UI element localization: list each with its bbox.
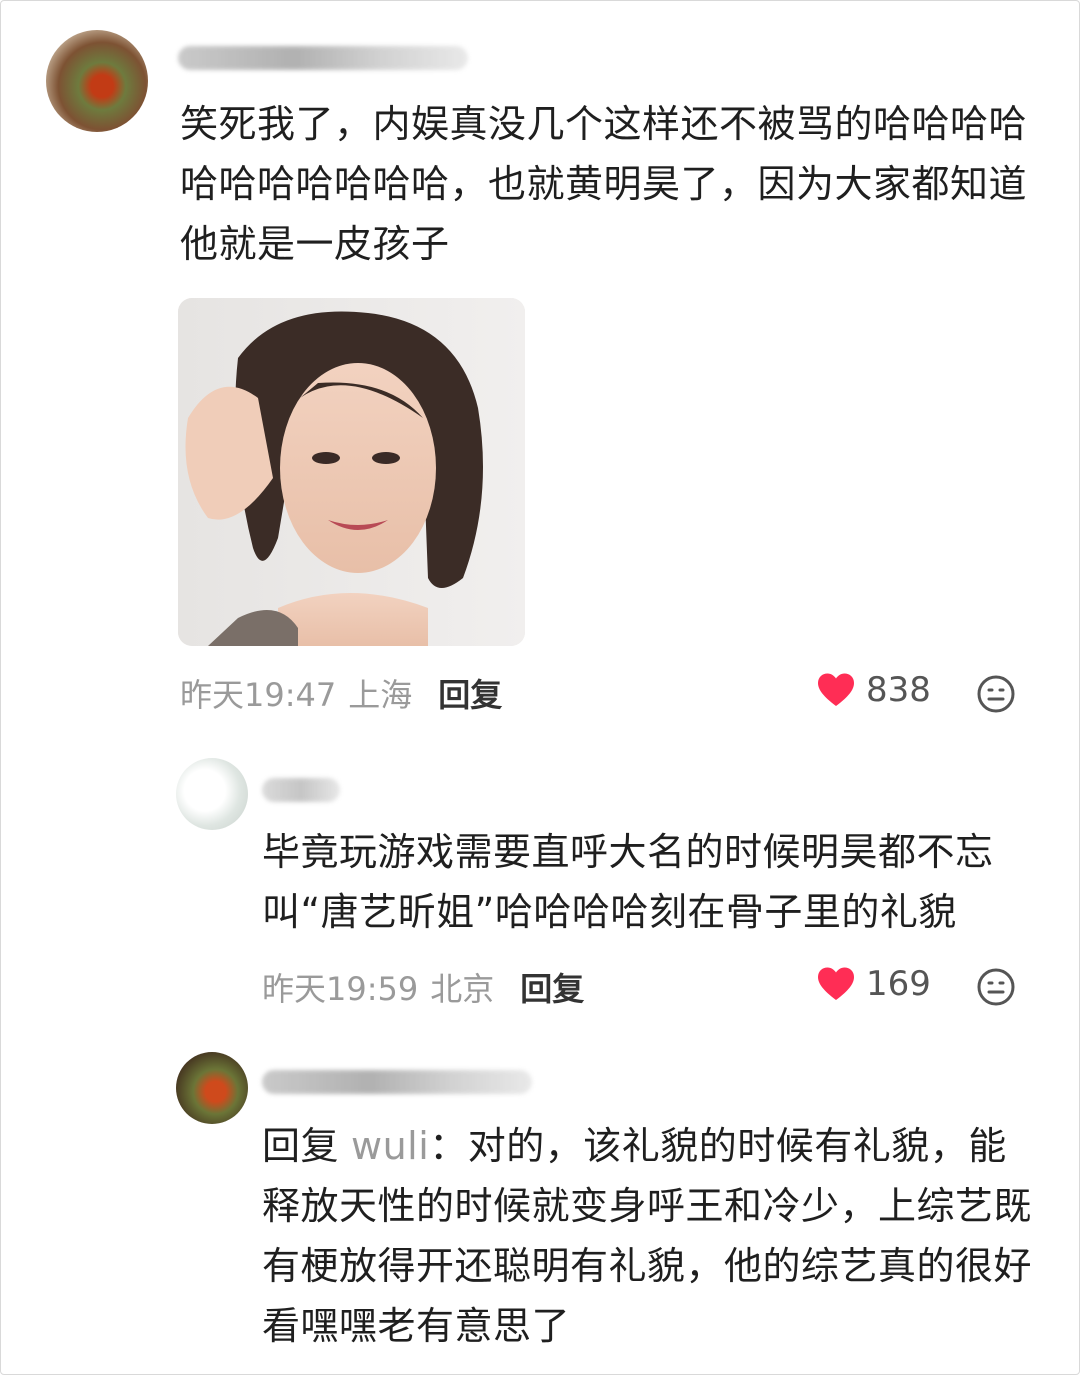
heart-icon bbox=[818, 673, 854, 706]
comment-meta: 昨天19:47 上海 回复 bbox=[180, 670, 502, 716]
reply-button[interactable]: 回复 bbox=[438, 676, 502, 714]
username-blurred[interactable] bbox=[262, 778, 340, 802]
emoji-face-icon[interactable] bbox=[976, 674, 1016, 714]
reply-to-username[interactable]: wuli bbox=[351, 1124, 429, 1168]
heart-icon bbox=[818, 967, 854, 1000]
reply-text: 回复 wuli：对的，该礼貌的时候有礼貌，能释放天性的时候就变身呼王和冷少，上综艺… bbox=[262, 1116, 1042, 1356]
location: 北京 bbox=[430, 970, 495, 1008]
username-blurred[interactable] bbox=[178, 46, 468, 70]
reply-meta: 昨天19:59 北京 回复 bbox=[262, 964, 584, 1010]
timestamp: 昨天19:47 bbox=[180, 676, 337, 714]
like-count: 838 bbox=[866, 670, 931, 710]
comment-text: 笑死我了，内娱真没几个这样还不被骂的哈哈哈哈哈哈哈哈哈哈哈，也就黄明昊了，因为大… bbox=[180, 102, 1028, 266]
avatar[interactable] bbox=[176, 758, 248, 830]
reply-button[interactable]: 回复 bbox=[520, 970, 584, 1008]
timestamp: 昨天19:59 bbox=[262, 970, 419, 1008]
location: 上海 bbox=[348, 676, 413, 714]
reply-text: 毕竟玩游戏需要直呼大名的时候明昊都不忘叫“唐艺昕姐”哈哈哈哈刻在骨子里的礼貌 bbox=[262, 830, 994, 934]
like-button[interactable]: 838 bbox=[816, 670, 931, 710]
comment-image[interactable] bbox=[178, 298, 525, 646]
avatar[interactable] bbox=[46, 30, 148, 132]
username-blurred[interactable] bbox=[262, 1070, 532, 1094]
portrait-photo bbox=[178, 298, 525, 646]
like-button[interactable]: 169 bbox=[816, 964, 931, 1004]
emoji-face-icon[interactable] bbox=[976, 967, 1016, 1007]
like-count: 169 bbox=[866, 964, 931, 1004]
avatar[interactable] bbox=[176, 1052, 248, 1124]
reply-prefix: 回复 bbox=[262, 1124, 340, 1168]
